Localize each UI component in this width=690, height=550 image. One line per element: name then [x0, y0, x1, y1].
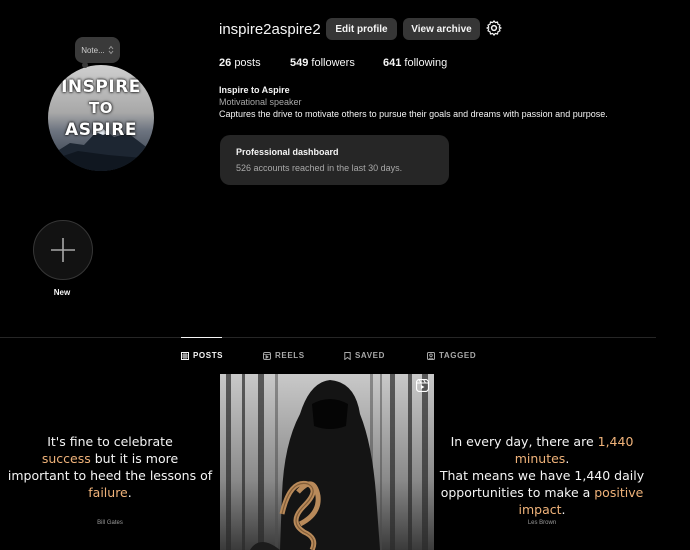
profile-category: Motivational speaker — [219, 97, 302, 107]
professional-dashboard-card[interactable] — [220, 135, 449, 185]
note-bubble[interactable]: Note... — [75, 37, 120, 63]
quote-line: impact. — [435, 501, 649, 518]
grid-icon — [181, 351, 189, 360]
quote-highlight: impact — [518, 502, 562, 517]
profile-username: inspire2aspire2 — [219, 21, 321, 38]
reel-icon — [416, 379, 429, 392]
post-3-author: Les Brown — [527, 520, 557, 526]
post-1-quote: It's fine to celebrate success but it is… — [3, 433, 217, 501]
followers-label: followers — [311, 57, 355, 69]
edit-profile-button[interactable]: Edit profile — [326, 18, 397, 40]
tab-posts-label: POSTS — [193, 351, 224, 360]
quote-text: opportunities to make a — [440, 485, 595, 500]
active-tab-indicator — [181, 337, 222, 338]
tab-saved[interactable]: SAVED — [344, 351, 385, 360]
dashboard-subtitle: 526 accounts reached in the last 30 days… — [236, 163, 403, 173]
quote-line: That means we have 1,440 daily — [439, 468, 645, 483]
post-tile-1[interactable]: It's fine to celebrate success but it is… — [3, 374, 217, 550]
quote-highlight: failure — [88, 485, 128, 500]
hooded-figure-forest-image — [220, 374, 434, 550]
post-3-quote: In every day, there are 1,440 minutes. T… — [435, 433, 649, 518]
gear-icon[interactable] — [485, 19, 503, 37]
plus-icon — [51, 238, 75, 262]
quote-text: but it is more — [90, 451, 179, 466]
followers-stat[interactable]: 549 followers — [290, 57, 355, 69]
quote-line: opportunities to make a positive — [435, 484, 649, 501]
tab-tagged[interactable]: TAGGED — [427, 351, 476, 360]
tab-saved-label: SAVED — [355, 351, 385, 360]
post-tile-3[interactable]: In every day, there are 1,440 minutes. T… — [435, 374, 649, 550]
tab-reels[interactable]: REELS — [263, 351, 305, 360]
new-highlight-button[interactable] — [33, 220, 93, 280]
tab-posts[interactable]: POSTS — [181, 351, 223, 360]
avatar-text-line3: ASPIRE — [65, 120, 137, 140]
quote-highlight: success — [41, 451, 91, 466]
posts-stat: 26 posts — [219, 57, 261, 69]
quote-line: In every day, there are 1,440 minutes. — [435, 433, 649, 467]
quote-line: failure. — [3, 484, 217, 501]
dashboard-title: Professional dashboard — [236, 147, 339, 157]
posts-count: 26 — [219, 57, 232, 69]
followers-count: 549 — [290, 57, 309, 69]
quote-line: important to heed the lessons of — [7, 468, 213, 483]
view-archive-button[interactable]: View archive — [403, 18, 480, 40]
following-stat[interactable]: 641 following — [383, 57, 447, 69]
tab-reels-label: REELS — [275, 351, 305, 360]
avatar-text-line2: TO — [89, 99, 113, 117]
quote-text: . — [561, 502, 566, 517]
reels-icon — [263, 351, 271, 360]
note-bubble-tail — [82, 62, 88, 68]
posts-label: posts — [234, 57, 261, 69]
new-highlight-label: New — [53, 288, 71, 297]
following-label: following — [404, 57, 448, 69]
quote-text: . — [565, 451, 570, 466]
quote-line: It's fine to celebrate — [47, 434, 173, 449]
profile-full-name: Inspire to Aspire — [219, 85, 290, 95]
note-label: Note... — [81, 45, 105, 55]
profile-avatar[interactable]: INSPIRE TO ASPIRE — [48, 65, 154, 171]
post-1-author: Bill Gates — [97, 520, 123, 526]
quote-highlight: positive — [594, 485, 644, 500]
note-stepper-icon — [108, 45, 114, 55]
tabs-divider — [0, 337, 656, 338]
quote-text: . — [127, 485, 132, 500]
tab-tagged-label: TAGGED — [439, 351, 477, 360]
bookmark-icon — [344, 351, 351, 360]
tagged-icon — [427, 351, 435, 360]
post-tile-2[interactable] — [220, 374, 434, 550]
profile-bio: Captures the drive to motivate others to… — [219, 109, 608, 119]
avatar-text-line1: INSPIRE — [61, 77, 141, 97]
new-highlight-inner — [37, 224, 89, 276]
quote-line: success but it is more — [3, 450, 217, 467]
following-count: 641 — [383, 57, 402, 69]
quote-text: In every day, there are — [450, 434, 598, 449]
